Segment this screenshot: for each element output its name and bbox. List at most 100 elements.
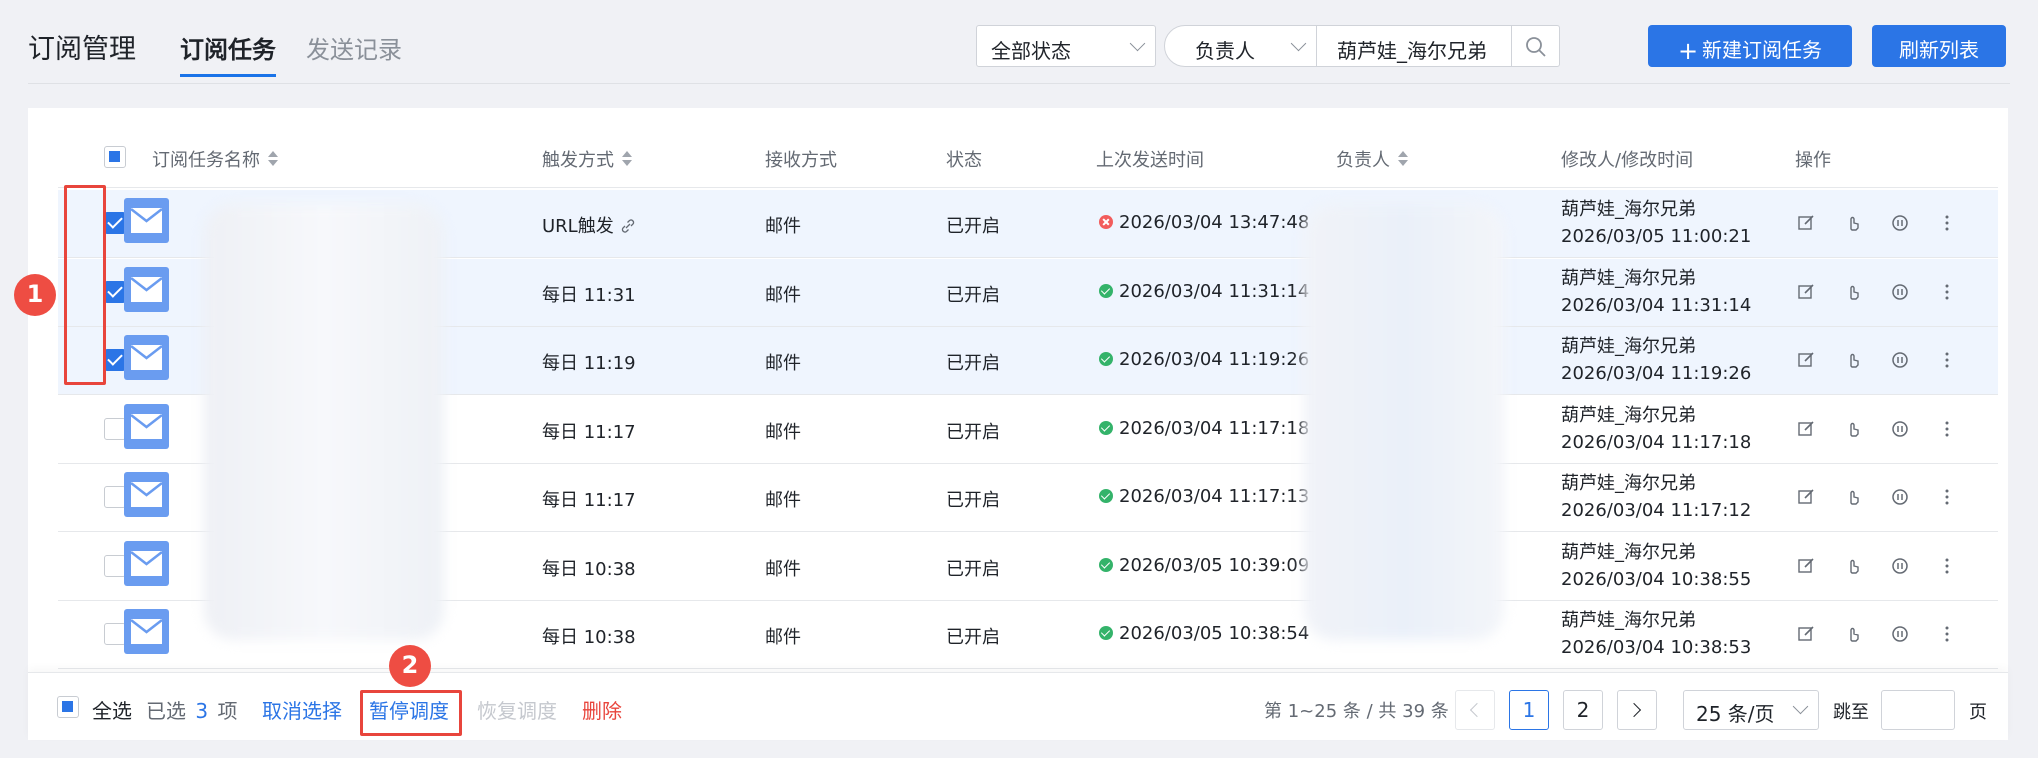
receive-cell: 邮件 <box>765 353 801 374</box>
annotation-badge-1: 1 <box>14 274 56 316</box>
delete-button[interactable]: 删除 <box>582 695 622 724</box>
more-icon[interactable] <box>1938 351 1958 371</box>
modified-time: 2026/03/04 10:38:55 <box>1561 568 1752 590</box>
send-icon[interactable] <box>1844 283 1864 303</box>
edit-icon[interactable] <box>1797 557 1817 577</box>
status-filter-select[interactable]: 全部状态 <box>976 25 1156 67</box>
batch-action-bar: 全选 已选 3 项 取消选择 暂停调度 恢复调度 删除 第 1~25 条 / 共… <box>28 672 2008 740</box>
page-size-select[interactable]: 25 条/页 <box>1683 690 1819 730</box>
col-receive: 接收方式 <box>765 150 837 171</box>
pause-icon[interactable] <box>1891 283 1911 303</box>
new-subscription-button[interactable]: + 新建订阅任务 <box>1648 25 1852 67</box>
pause-icon[interactable] <box>1891 420 1911 440</box>
row-checkbox[interactable] <box>104 417 126 440</box>
pause-icon[interactable] <box>1891 488 1911 508</box>
row-checkbox[interactable] <box>104 212 126 234</box>
status-cell: 已开启 <box>946 284 1000 306</box>
more-icon[interactable] <box>1938 557 1958 577</box>
header-select-all-checkbox[interactable] <box>104 146 126 168</box>
selected-count: 3 <box>195 699 209 723</box>
pause-icon[interactable] <box>1891 557 1911 577</box>
trigger-cell: 每日 10:38 <box>542 555 636 581</box>
resume-schedule-button[interactable]: 恢复调度 <box>477 695 557 724</box>
selected-prefix: 已选 <box>146 699 186 723</box>
select-all-label[interactable]: 全选 <box>92 695 132 724</box>
modifier-cell: 葫芦娃_海尔兄弟 2026/03/04 11:19:26 <box>1561 333 1751 387</box>
trigger-cell: 每日 11:17 <box>542 418 636 444</box>
status-cell: 已开启 <box>946 353 1000 374</box>
pause-icon[interactable] <box>1891 214 1911 234</box>
send-icon[interactable] <box>1844 557 1864 577</box>
send-icon[interactable] <box>1844 351 1864 371</box>
page-2-button[interactable]: 2 <box>1563 690 1603 730</box>
next-page-button[interactable] <box>1617 690 1657 730</box>
tab-label: 订阅任务 <box>180 36 276 64</box>
more-icon[interactable] <box>1938 420 1958 440</box>
success-icon <box>1099 420 1113 435</box>
page-1-button[interactable]: 1 <box>1509 690 1549 730</box>
pause-icon[interactable] <box>1891 625 1911 645</box>
edit-icon[interactable] <box>1797 351 1817 371</box>
status-cell: 已开启 <box>946 627 1000 648</box>
last-sent-time: 2026/03/05 10:38:54 <box>1119 623 1310 644</box>
last-sent-cell: 2026/03/04 13:47:48 <box>1099 212 1309 233</box>
status-cell: 已开启 <box>946 558 1000 580</box>
send-icon[interactable] <box>1844 420 1864 440</box>
row-checkbox[interactable] <box>104 623 126 645</box>
footer-select-all-checkbox[interactable] <box>57 696 79 718</box>
last-sent-cell: 2026/03/05 10:38:54 <box>1099 623 1309 644</box>
tab-send-records[interactable]: 发送记录 <box>306 30 402 65</box>
trigger-cell: 每日 10:38 <box>542 623 636 649</box>
more-icon[interactable] <box>1938 214 1958 234</box>
send-icon[interactable] <box>1844 214 1864 234</box>
modifier-cell: 葫芦娃_海尔兄弟 2026/03/04 11:31:14 <box>1561 265 1751 319</box>
edit-icon[interactable] <box>1797 214 1817 234</box>
chevron-down-icon <box>1290 35 1307 52</box>
col-label: 触发方式 <box>542 150 614 171</box>
col-actions: 操作 <box>1795 150 1831 171</box>
modified-time: 2026/03/04 11:19:26 <box>1561 363 1752 384</box>
annotation-badge-2: 2 <box>389 645 431 687</box>
send-icon[interactable] <box>1844 488 1864 508</box>
edit-icon[interactable] <box>1797 420 1817 440</box>
search-button[interactable] <box>1511 26 1559 66</box>
row-checkbox[interactable] <box>104 349 126 371</box>
owner-filter-select[interactable]: 负责人 <box>1165 26 1317 66</box>
pause-icon[interactable] <box>1891 351 1911 371</box>
modifier-name: 葫芦娃_海尔兄弟 <box>1561 404 1696 426</box>
more-icon[interactable] <box>1938 488 1958 508</box>
jump-page-input[interactable] <box>1881 690 1955 730</box>
success-icon <box>1099 557 1113 572</box>
edit-icon[interactable] <box>1797 625 1817 645</box>
active-tab-underline <box>180 74 276 77</box>
cancel-selection-button[interactable]: 取消选择 <box>262 695 342 724</box>
col-trigger[interactable]: 触发方式 <box>542 146 632 172</box>
prev-page-button[interactable] <box>1455 690 1495 730</box>
send-icon[interactable] <box>1844 625 1864 645</box>
more-icon[interactable] <box>1938 283 1958 303</box>
modifier-name: 葫芦娃_海尔兄弟 <box>1561 541 1696 563</box>
modifier-cell: 葫芦娃_海尔兄弟 2026/03/04 11:17:18 <box>1561 402 1751 456</box>
col-status: 状态 <box>946 150 982 171</box>
refresh-list-button[interactable]: 刷新列表 <box>1872 25 2006 67</box>
col-task-name[interactable]: 订阅任务名称 <box>152 146 278 172</box>
row-checkbox[interactable] <box>104 554 126 577</box>
edit-icon[interactable] <box>1797 283 1817 303</box>
more-icon[interactable] <box>1938 625 1958 645</box>
row-checkbox[interactable] <box>104 280 126 303</box>
edit-icon[interactable] <box>1797 488 1817 508</box>
header-divider <box>28 83 2010 84</box>
search-icon <box>1526 37 1546 57</box>
error-icon <box>1099 215 1113 229</box>
receive-cell: 邮件 <box>765 284 801 306</box>
last-sent-cell: 2026/03/04 11:17:13 <box>1099 486 1309 507</box>
row-checkbox[interactable] <box>104 486 126 508</box>
tab-subscription-tasks[interactable]: 订阅任务 <box>180 30 276 77</box>
last-sent-time: 2026/03/04 11:17:13 <box>1119 486 1310 507</box>
mail-icon <box>124 472 169 517</box>
modifier-name: 葫芦娃_海尔兄弟 <box>1561 267 1696 289</box>
receive-cell: 邮件 <box>765 558 801 580</box>
owner-search-input[interactable]: 葫芦娃_海尔兄弟 <box>1317 26 1513 66</box>
last-sent-cell: 2026/03/04 11:17:18 <box>1099 418 1309 439</box>
col-owner[interactable]: 负责人 <box>1336 146 1408 172</box>
